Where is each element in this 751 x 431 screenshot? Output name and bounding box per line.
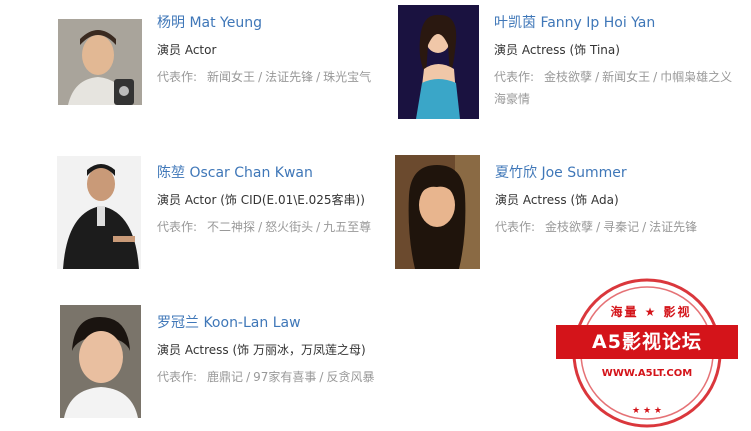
cast-photo[interactable] — [395, 155, 480, 269]
work-link[interactable]: 反贪风暴 — [326, 370, 374, 384]
cast-name-link[interactable]: 杨明 Mat Yeung — [157, 14, 387, 32]
work-link[interactable]: 金枝欲孽 — [545, 220, 593, 234]
work-link[interactable]: 97家有喜事 — [253, 370, 316, 384]
work-link[interactable]: 法证先锋 — [265, 70, 313, 84]
works-label: 代表作: — [157, 70, 198, 84]
work-link[interactable]: 鹿鼎记 — [207, 370, 243, 384]
cast-role: 演员 Actress (饰 万丽冰，万凤莲之母) — [157, 343, 366, 357]
works-label: 代表作: — [157, 220, 198, 234]
works-label: 代表作: — [495, 220, 536, 234]
cast-name-link[interactable]: 叶凯茵 Fanny Ip Hoi Yan — [494, 14, 734, 32]
cast-works: 代表作: 金枝欲孽 / 新闻女王 / 巾帼枭雄之义海豪情 — [494, 70, 733, 106]
cast-role: 演员 Actress (饰 Ada) — [495, 193, 619, 207]
stamp-url-text: WWW.A5LT.COM — [601, 368, 693, 379]
stamp-main-text: A5影视论坛 — [556, 325, 738, 359]
work-link[interactable]: 怒火街头 — [265, 220, 313, 234]
cast-works: 代表作: 新闻女王 / 法证先锋 / 珠光宝气 — [157, 70, 372, 84]
work-link[interactable]: 法证先锋 — [649, 220, 697, 234]
cast-photo[interactable] — [58, 19, 142, 105]
cast-works: 代表作: 不二神探 / 怒火街头 / 九五至尊 — [157, 220, 372, 234]
cast-photo[interactable] — [60, 305, 141, 418]
work-link[interactable]: 金枝欲孽 — [544, 70, 592, 84]
cast-role: 演员 Actress (饰 Tina) — [494, 43, 620, 57]
cast-works: 代表作: 金枝欲孽 / 寻秦记 / 法证先锋 — [495, 220, 698, 234]
works-label: 代表作: — [157, 370, 198, 384]
works-label: 代表作: — [494, 70, 535, 84]
portrait-woman-blue-dress-image — [398, 5, 479, 119]
work-link[interactable]: 九五至尊 — [323, 220, 371, 234]
cast-works: 代表作: 鹿鼎记/97家有喜事 / 反贪风暴 — [157, 370, 375, 384]
portrait-woman-dark-hair-image — [395, 155, 480, 269]
stamp-top-text: 海量 ★ 影视 — [610, 305, 692, 319]
work-link[interactable]: 珠光宝气 — [323, 70, 371, 84]
work-link[interactable]: 新闻女王 — [602, 70, 650, 84]
work-link[interactable]: 新闻女王 — [207, 70, 255, 84]
cast-photo[interactable] — [57, 156, 141, 269]
cast-name-link[interactable]: 罗冠兰 Koon-Lan Law — [157, 314, 407, 332]
cast-role: 演员 Actor — [157, 43, 217, 57]
portrait-man-phone-image — [58, 19, 142, 105]
work-link[interactable]: 寻秦记 — [603, 220, 639, 234]
svg-text:★ ★ ★: ★ ★ ★ — [632, 406, 662, 416]
work-link[interactable]: 不二神探 — [207, 220, 255, 234]
cast-name-link[interactable]: 陈堃 Oscar Chan Kwan — [157, 164, 392, 182]
portrait-man-black-jacket-image — [57, 156, 141, 269]
cast-name-link[interactable]: 夏竹欣 Joe Summer — [495, 164, 735, 182]
cast-role: 演员 Actor (饰 CID(E.01\E.025客串)) — [157, 193, 365, 207]
watermark-stamp: ★ ★ ★ 海量 ★ 影视 A5影视论坛 WWW.A5LT.COM — [546, 273, 748, 428]
portrait-woman-short-hair-image — [60, 305, 141, 418]
cast-photo[interactable] — [398, 5, 479, 119]
